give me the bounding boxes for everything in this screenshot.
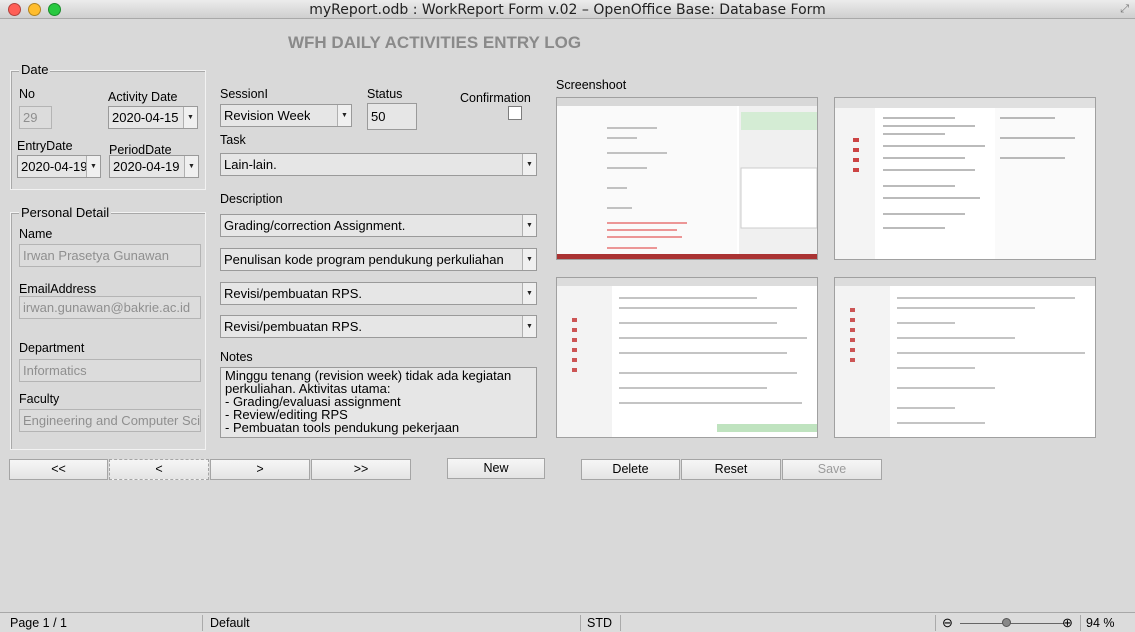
status-divider [580, 615, 581, 631]
personal-detail-label: Personal Detail [19, 205, 112, 220]
screenshot-thumbnail-3[interactable] [556, 277, 818, 438]
department-field[interactable]: Informatics [19, 359, 201, 382]
chevron-down-icon[interactable]: ▼ [522, 154, 536, 175]
activity-date-field[interactable]: 2020-04-15 ▼ [108, 106, 198, 129]
period-date-value: 2020-04-19 [113, 159, 180, 174]
window-title: myReport.odb : WorkReport Form v.02 – Op… [309, 2, 826, 18]
screenshoot-label: Screenshoot [556, 78, 627, 92]
email-field[interactable]: irwan.gunawan@bakrie.ac.id [19, 296, 201, 319]
first-record-button[interactable]: << [9, 459, 108, 480]
selection-mode[interactable]: STD [587, 616, 612, 630]
task-field[interactable]: Lain-lain. ▼ [220, 153, 537, 176]
chevron-down-icon[interactable]: ▼ [522, 215, 536, 236]
department-label: Department [19, 341, 85, 355]
zoom-level[interactable]: 94 % [1086, 616, 1115, 630]
entry-date-field[interactable]: 2020-04-19 ▼ [17, 155, 101, 178]
name-field[interactable]: Irwan Prasetya Gunawan [19, 244, 201, 267]
page-indicator: Page 1 / 1 [10, 616, 67, 630]
task-label: Task [220, 133, 246, 147]
description-value: Grading/correction Assignment. [224, 218, 406, 233]
session-label: SessionI [220, 87, 268, 101]
zoom-slider-track[interactable] [960, 623, 1064, 624]
description-field-2[interactable]: Penulisan kode program pendukung perkuli… [220, 248, 537, 271]
description-field-3[interactable]: Revisi/pembuatan RPS. ▼ [220, 282, 537, 305]
reset-button[interactable]: Reset [681, 459, 781, 480]
zoom-in-icon[interactable]: ⊕ [1062, 615, 1073, 631]
screenshot-thumbnail-2[interactable] [834, 97, 1096, 260]
session-value: Revision Week [224, 108, 311, 123]
status-divider [1080, 615, 1081, 631]
last-record-button[interactable]: >> [311, 459, 411, 480]
status-divider [620, 615, 621, 631]
chevron-down-icon[interactable]: ▼ [522, 283, 536, 304]
fullscreen-icon[interactable]: ⤢ [1120, 3, 1129, 16]
prev-record-button[interactable]: < [109, 459, 209, 480]
confirmation-label: Confirmation [460, 91, 531, 105]
chevron-down-icon[interactable]: ▼ [184, 156, 198, 177]
form-title: WFH DAILY ACTIVITIES ENTRY LOG [288, 33, 582, 52]
faculty-field[interactable]: Engineering and Computer Science [19, 409, 201, 432]
chevron-down-icon[interactable]: ▼ [522, 249, 536, 270]
delete-button[interactable]: Delete [581, 459, 680, 480]
notes-label: Notes [220, 350, 253, 364]
new-button[interactable]: New [447, 458, 545, 479]
zoom-out-icon[interactable]: ⊖ [942, 615, 953, 631]
status-divider [935, 615, 936, 631]
status-bar: Page 1 / 1 Default STD ⊖ ⊕ 94 % [0, 612, 1135, 632]
entry-date-label: EntryDate [17, 139, 73, 153]
activity-date-label: Activity Date [108, 90, 178, 104]
faculty-label: Faculty [19, 392, 60, 406]
window-titlebar: myReport.odb : WorkReport Form v.02 – Op… [0, 0, 1135, 19]
chevron-down-icon[interactable]: ▼ [337, 105, 351, 126]
confirmation-checkbox[interactable] [508, 106, 522, 120]
name-label: Name [19, 227, 53, 241]
no-field[interactable]: 29 [19, 106, 52, 129]
description-value: Revisi/pembuatan RPS. [224, 319, 363, 334]
page-style: Default [210, 616, 250, 630]
description-field-1[interactable]: Grading/correction Assignment. ▼ [220, 214, 537, 237]
description-value: Penulisan kode program pendukung perkuli… [224, 252, 504, 267]
description-value: Revisi/pembuatan RPS. [224, 286, 363, 301]
email-label: EmailAddress [19, 282, 97, 296]
status-field[interactable]: 50 [367, 103, 417, 130]
zoom-slider-thumb[interactable] [1001, 618, 1011, 627]
thumbnail-image [557, 98, 817, 259]
description-label: Description [220, 192, 283, 206]
thumbnail-image [835, 98, 1095, 259]
task-value: Lain-lain. [224, 157, 277, 172]
activity-date-value: 2020-04-15 [112, 110, 179, 125]
date-group-label: Date [19, 62, 51, 77]
thumbnail-image [835, 278, 1095, 437]
status-label: Status [367, 87, 403, 101]
notes-textarea[interactable]: Minggu tenang (revision week) tidak ada … [220, 367, 537, 438]
chevron-down-icon[interactable]: ▼ [183, 107, 197, 128]
save-button[interactable]: Save [782, 459, 882, 480]
period-date-field[interactable]: 2020-04-19 ▼ [109, 155, 199, 178]
chevron-down-icon[interactable]: ▼ [522, 316, 536, 337]
thumbnail-image [557, 278, 817, 437]
status-divider [202, 615, 203, 631]
next-record-button[interactable]: > [210, 459, 310, 480]
no-label: No [19, 87, 35, 101]
chevron-down-icon[interactable]: ▼ [86, 156, 100, 177]
session-field[interactable]: Revision Week ▼ [220, 104, 352, 127]
screenshot-thumbnail-4[interactable] [834, 277, 1096, 438]
entry-date-value: 2020-04-19 [21, 159, 88, 174]
screenshot-thumbnail-1[interactable] [556, 97, 818, 260]
description-field-4[interactable]: Revisi/pembuatan RPS. ▼ [220, 315, 537, 338]
